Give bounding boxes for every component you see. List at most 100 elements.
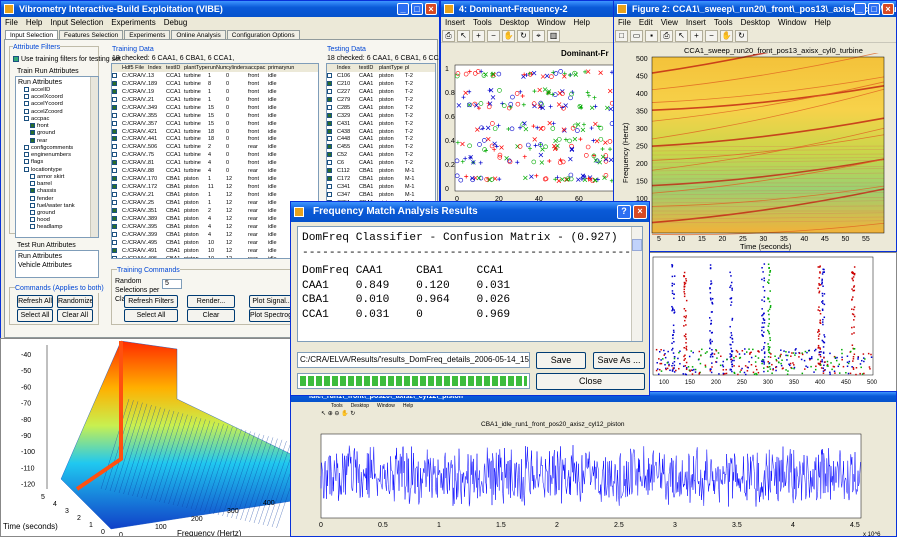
colorbar-icon[interactable]: ▥ (547, 30, 560, 42)
table-row[interactable]: C52 CAA1 piston T-2 (327, 151, 435, 159)
tree-checkbox[interactable] (24, 87, 29, 92)
tree-checkbox[interactable] (24, 94, 29, 100)
minimize-icon[interactable]: _ (854, 3, 866, 15)
row-checkbox[interactable] (112, 151, 122, 159)
table-row[interactable]: C329 CAA1 piston T-2 (327, 112, 435, 120)
test-run-attributes-node[interactable]: Run Attributes (18, 252, 100, 261)
signal-plot[interactable]: 0 0.5 1 1.5 2 2.5 3 3.5 4 4.5x 10^6 (291, 428, 897, 537)
table-row[interactable]: C:/CRA/V...21 CBA1 piston 1 12 front idle (112, 191, 318, 199)
menu-item[interactable]: Help (26, 18, 42, 27)
open-icon[interactable]: ▭ (630, 30, 643, 42)
checkbox[interactable] (327, 152, 332, 158)
tree-node[interactable]: armor skirt (18, 173, 98, 181)
tree-checkbox[interactable] (30, 130, 35, 136)
menu-item[interactable]: Window (377, 403, 395, 409)
tree-node[interactable]: ground (18, 209, 98, 217)
row-checkbox[interactable] (112, 191, 122, 199)
menu-item[interactable]: Window (778, 18, 806, 27)
checkbox[interactable] (112, 255, 117, 258)
checkbox[interactable] (112, 168, 117, 174)
tree-checkbox[interactable] (24, 152, 29, 158)
table-row[interactable]: C:/CRA/V...88 CCA1 turbine 4 0 rear idle (112, 167, 318, 175)
menu-item[interactable]: Tools (473, 18, 492, 27)
column-header[interactable]: Index (337, 64, 359, 72)
table-row[interactable]: C438 CAA1 piston T-2 (327, 128, 435, 136)
table-row[interactable]: C:/CRA/V...395 CBA1 piston 4 12 rear idle (112, 223, 318, 231)
test-vehicle-attributes-node[interactable]: Vehicle Attributes (18, 261, 100, 270)
refresh-filters-button[interactable]: Refresh Filters (124, 295, 178, 308)
randomize-button[interactable]: Randomize (57, 295, 93, 308)
row-checkbox[interactable] (112, 96, 122, 104)
tree-node[interactable]: chassis (18, 188, 98, 195)
table-row[interactable]: C227 CAA1 piston T-2 (327, 88, 435, 96)
checkbox[interactable] (327, 184, 332, 190)
row-checkbox[interactable] (112, 247, 122, 255)
tree-checkbox[interactable] (24, 115, 29, 121)
checkbox[interactable] (327, 72, 332, 78)
table-row[interactable]: C341 CBA1 piston M-1 (327, 183, 435, 191)
row-checkbox[interactable] (112, 231, 122, 239)
table-row[interactable]: C:/CRA/V...351 CBA1 piston 2 12 rear idle (112, 207, 318, 215)
checkbox[interactable] (112, 192, 117, 198)
row-checkbox[interactable] (327, 135, 337, 143)
tree-node[interactable]: locationtype (18, 166, 98, 174)
checkbox[interactable] (327, 136, 332, 142)
checkbox[interactable] (112, 88, 117, 94)
table-row[interactable]: C:/CRA/V...19 CCA1 turbine 1 0 front idle (112, 88, 318, 96)
checkbox[interactable] (112, 112, 117, 118)
training-clear-button[interactable]: Clear (187, 309, 235, 322)
column-header[interactable]: runNum (208, 64, 226, 72)
table-row[interactable]: C:/CRA/V...81 CCA1 turbine 4 0 front idle (112, 159, 318, 167)
checkbox[interactable] (327, 96, 332, 102)
row-checkbox[interactable] (327, 112, 337, 120)
checkbox[interactable] (327, 168, 332, 174)
print-icon[interactable]: ⎙ (442, 30, 455, 42)
figure2-titlebar[interactable]: Figure 2: CCA1\_sweep\_run20\_front\_pos… (614, 1, 896, 17)
checkbox[interactable] (112, 80, 117, 86)
row-checkbox[interactable] (327, 151, 337, 159)
refresh-all-button[interactable]: Refresh All (17, 295, 53, 308)
checkbox[interactable] (112, 72, 117, 78)
table-row[interactable]: C6 CAA1 piston T-2 (327, 159, 435, 167)
menu-item[interactable]: Window (537, 18, 565, 27)
menu-item[interactable]: File (618, 18, 631, 27)
table-row[interactable]: C:/CRA/V...506 CCA1 turbine 2 0 rear idle (112, 143, 318, 151)
table-row[interactable]: C:/CRA/V...170 CBA1 piston 1 12 front idle (112, 175, 318, 183)
tree-node[interactable]: accelZcoord (18, 108, 98, 116)
tree-checkbox[interactable] (30, 181, 35, 187)
table-row[interactable]: C:/CRA/V...399 CBA1 piston 4 12 rear idle (112, 231, 318, 239)
training-table[interactable]: Hdf5 File Index testID plantTyperunNumcylin… (111, 63, 319, 259)
menu-item[interactable]: Desktop (351, 403, 369, 409)
row-checkbox[interactable] (327, 120, 337, 128)
clear-all-button[interactable]: Clear All (57, 309, 93, 322)
table-row[interactable]: C431 CAA1 piston T-2 (327, 120, 435, 128)
row-checkbox[interactable] (112, 167, 122, 175)
menu-item[interactable]: Debug (164, 18, 188, 27)
tree-node[interactable]: enginenumbers (18, 152, 98, 159)
table-row[interactable]: C:/CRA/V...189 CCA1 turbine 8 0 front idle (112, 80, 318, 88)
table-row[interactable]: C210 CAA1 piston T-2 (327, 80, 435, 88)
checkbox[interactable] (327, 160, 332, 166)
zoom-out-icon[interactable]: − (705, 30, 718, 42)
tree-node[interactable]: fender (18, 195, 98, 203)
column-header[interactable]: pl (405, 64, 425, 72)
table-row[interactable]: C:/CRA/V...172 CBA1 piston 11 12 front idle (112, 183, 318, 191)
arrow-icon[interactable]: ↖ (321, 411, 328, 417)
menu-item[interactable]: Desktop (500, 18, 529, 27)
column-header[interactable]: primaryrun (268, 64, 294, 72)
checkbox[interactable] (327, 80, 332, 86)
row-checkbox[interactable] (112, 199, 122, 207)
tree-node[interactable]: accelXcoord (18, 94, 98, 101)
table-row[interactable]: C:/CRA/V...357 CCA1 turbine 15 0 front idle (112, 120, 318, 128)
tree-checkbox[interactable] (30, 137, 35, 143)
tree-node[interactable]: ground (18, 130, 98, 137)
pan-icon[interactable]: ✋ (502, 30, 515, 42)
table-row[interactable]: C:/CRA/V...21 CCA1 turbine 1 0 front idle (112, 96, 318, 104)
row-checkbox[interactable] (327, 80, 337, 88)
zoom-in-icon[interactable]: + (690, 30, 703, 42)
tree-node[interactable]: fuel/water tank (18, 202, 98, 210)
vibe-titlebar[interactable]: Vibrometry Interactive-Build Exploitatio… (1, 1, 439, 17)
row-checkbox[interactable] (112, 215, 122, 223)
checkbox[interactable] (112, 96, 117, 102)
close-icon[interactable]: × (882, 3, 894, 15)
